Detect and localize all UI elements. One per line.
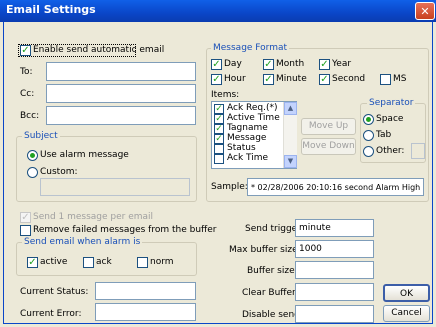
active-label: active (40, 257, 68, 267)
item-label: Ack Time (227, 153, 269, 163)
use-alarm-radio[interactable] (27, 150, 38, 161)
minute-checkbox[interactable]: ✓ (263, 74, 274, 85)
max-buffer-label: Max buffer size: (229, 245, 301, 255)
ms-label: MS (393, 74, 407, 84)
item-checkbox[interactable]: ✓ (214, 134, 224, 144)
hour-checkbox[interactable]: ✓ (211, 74, 222, 85)
send-trigger-field[interactable]: minute (295, 219, 374, 237)
remove-failed-checkbox[interactable] (20, 225, 31, 236)
current-status-field (95, 282, 196, 300)
item-checkbox[interactable]: ✓ (214, 104, 224, 114)
send-one-checkbox[interactable]: ✓ (20, 212, 31, 223)
ack-label: ack (96, 257, 112, 267)
space-radio[interactable] (363, 114, 374, 125)
day-label: Day (224, 59, 242, 69)
second-label: Second (332, 74, 366, 84)
year-label: Year (332, 59, 352, 69)
current-error-field (95, 303, 196, 321)
custom-subject-field[interactable] (40, 178, 190, 196)
send-one-label: Send 1 message per email (33, 212, 154, 222)
month-label: Month (276, 59, 305, 69)
enable-email-checkbox[interactable]: ✓ (20, 45, 31, 56)
norm-label: norm (150, 257, 174, 267)
items-list[interactable]: ✓ Ack Req.(*) ✓ Active Time ✓ Tagname ✓ Mess… (211, 101, 297, 169)
max-buffer-field[interactable]: 1000 (295, 240, 374, 258)
current-error-label: Current Error: (20, 309, 82, 319)
remove-failed-label: Remove failed messages from the buffer (33, 225, 217, 235)
year-checkbox[interactable]: ✓ (319, 59, 330, 70)
move-up-button[interactable]: Move Up (301, 118, 356, 135)
sample-field: * 02/28/2006 20:10:16 second Alarm High (247, 178, 424, 196)
message-format-label: Message Format (211, 43, 290, 54)
other-separator-field[interactable] (411, 143, 425, 159)
item-checkbox[interactable] (214, 154, 224, 164)
cc-field[interactable] (46, 84, 196, 103)
items-label: Items: (211, 90, 240, 100)
other-label: Other: (376, 146, 405, 156)
norm-checkbox[interactable] (137, 257, 148, 268)
window-title: Email Settings (6, 3, 96, 16)
send-when-label: Send email when alarm is (22, 237, 143, 248)
to-field[interactable] (46, 62, 196, 81)
clear-buffer-field[interactable] (295, 283, 374, 301)
ack-checkbox[interactable] (83, 257, 94, 268)
other-radio[interactable] (363, 146, 374, 157)
cc-label: Cc: (20, 89, 35, 99)
space-label: Space (376, 114, 404, 124)
disable-send-field[interactable] (295, 305, 374, 323)
minute-label: Minute (276, 74, 307, 84)
current-status-label: Current Status: (20, 287, 89, 297)
sample-label: Sample: (211, 182, 248, 192)
bcc-label: Bcc: (20, 111, 40, 121)
day-checkbox[interactable]: ✓ (211, 59, 222, 70)
subject-group-label: Subject (22, 131, 60, 142)
custom-radio[interactable] (27, 167, 38, 178)
move-down-button[interactable]: Move Down (301, 138, 356, 155)
tab-radio[interactable] (363, 130, 374, 141)
buffer-size-field (295, 261, 374, 279)
custom-label: Custom: (40, 167, 78, 177)
scroll-down-icon[interactable]: ▼ (284, 155, 297, 168)
month-checkbox[interactable]: ✓ (263, 59, 274, 70)
close-button[interactable]: ✕ (415, 2, 435, 20)
clear-buffer-label: Clear Buffer: (242, 288, 299, 298)
use-alarm-label: Use alarm message (40, 150, 129, 160)
buffer-size-label: Buffer size: (247, 266, 298, 276)
bcc-field[interactable] (46, 106, 196, 125)
item-checkbox[interactable]: ✓ (214, 124, 224, 134)
second-checkbox[interactable]: ✓ (319, 74, 330, 85)
ok-button[interactable]: OK (383, 284, 430, 302)
separator-label: Separator (367, 98, 416, 109)
ms-checkbox[interactable] (380, 74, 391, 85)
active-checkbox[interactable]: ✓ (27, 257, 38, 268)
scroll-up-icon[interactable]: ▲ (284, 102, 297, 115)
to-label: To: (20, 67, 33, 77)
tab-label: Tab (376, 130, 392, 140)
item-checkbox[interactable]: ✓ (214, 114, 224, 124)
disable-send-label: Disable send: (242, 310, 303, 320)
hour-label: Hour (224, 74, 246, 84)
list-item[interactable]: Ack Time (212, 153, 284, 164)
items-scrollbar[interactable]: ▲ ▼ (283, 102, 297, 168)
item-checkbox[interactable] (214, 144, 224, 154)
cancel-button[interactable]: Cancel (383, 305, 430, 322)
enable-email-label: Enable send automatic email (33, 45, 165, 55)
